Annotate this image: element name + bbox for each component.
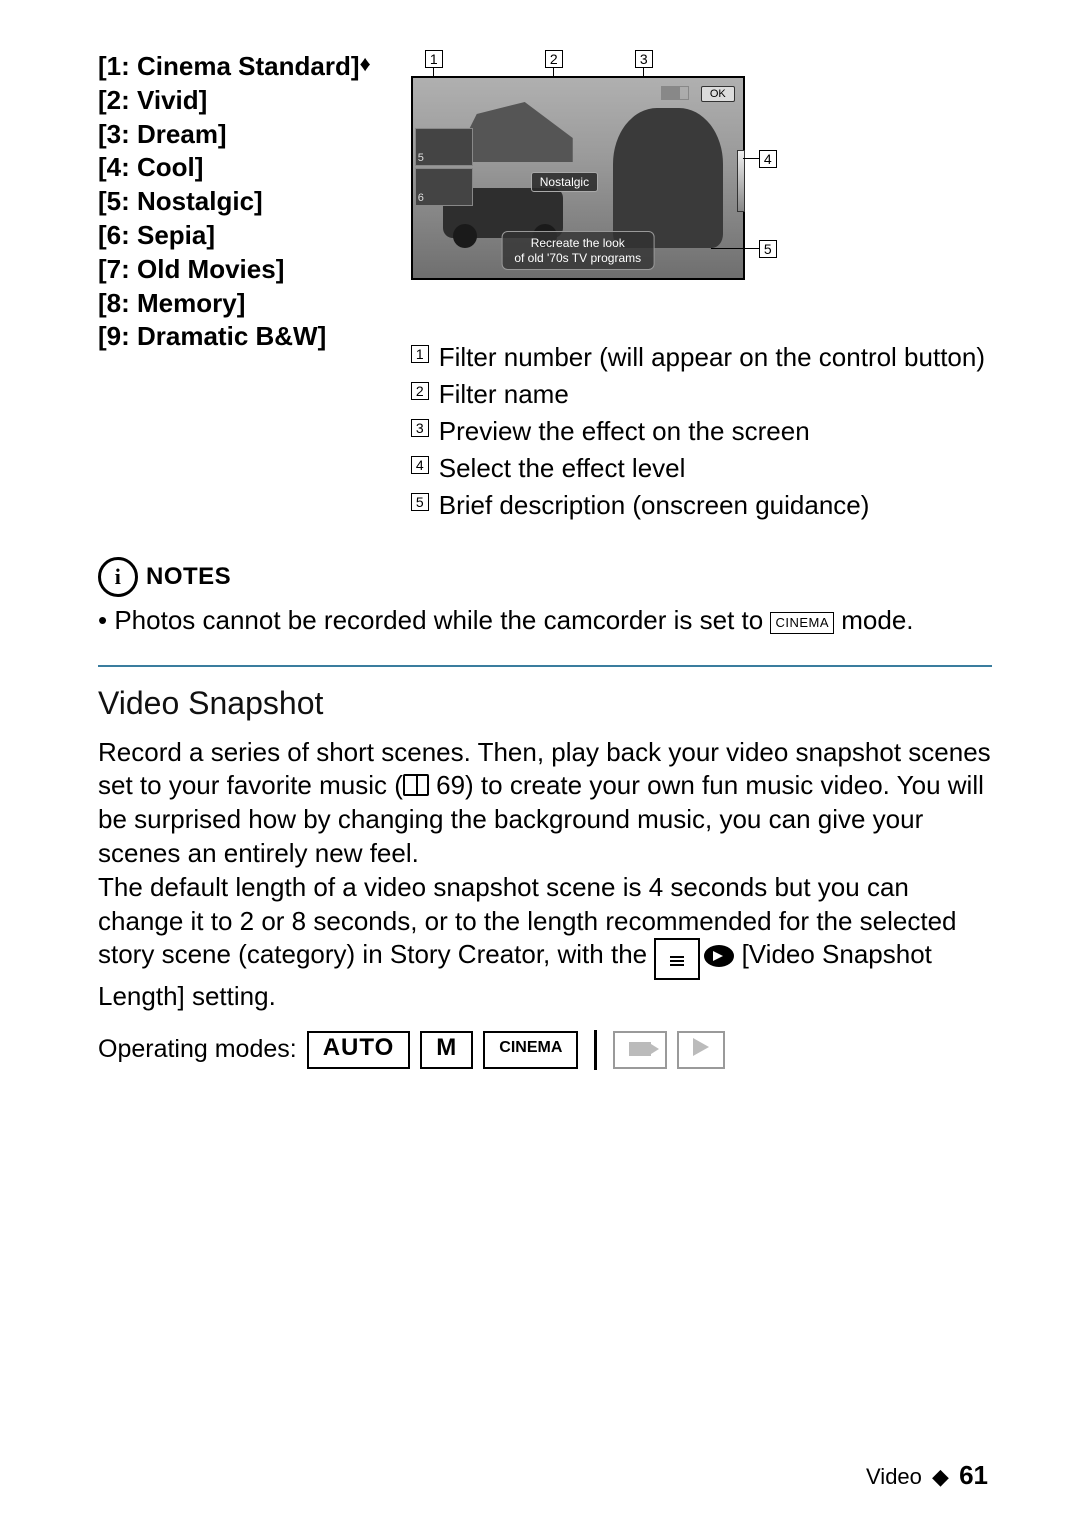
filter-option-6: [6: Sepia] [98,219,371,253]
proceed-arrow-icon [704,945,734,967]
mode-camera-playback [613,1031,667,1069]
operating-modes-label: Operating modes: [98,1035,297,1064]
filter-option-8: [8: Memory] [98,287,371,321]
default-marker-icon: ♦ [360,51,371,76]
page-reference-icon [403,774,429,796]
battery-icon [661,86,689,100]
cinema-look-filter-list: [1: Cinema Standard]♦ [2: Vivid] [3: Dre… [98,50,371,354]
filter-option-3: [3: Dream] [98,118,371,152]
cinema-mode-chip: CINEMA [770,612,834,634]
filter-option-4: [4: Cool] [98,151,371,185]
section-paragraph-1: Record a series of short scenes. Then, p… [98,736,992,871]
section-title: Video Snapshot [98,685,992,722]
page-footer: Video ◆ 61 [866,1460,988,1491]
filter-option-2: [2: Vivid] [98,84,371,118]
callout-legend: 1Filter number (will appear on the contr… [411,340,992,523]
filter-option-1: [1: Cinema Standard]♦ [98,50,371,84]
top-row: [1: Cinema Standard]♦ [2: Vivid] [3: Dre… [98,50,992,525]
filter-description: Recreate the look of old '70s TV program… [501,231,654,270]
mode-play [677,1031,725,1069]
filter-thumbnails[interactable]: 5 6 [415,128,473,208]
filter-name-label: Nostalgic [531,172,598,192]
legend-3: Preview the effect on the screen [439,414,810,449]
preview-column: 1 2 3 OK 5 6 Nostalgic [411,50,992,525]
callout-1: 1 [425,50,443,68]
operating-modes-row: Operating modes: AUTO M CINEMA [98,1030,992,1070]
mode-manual: M [420,1031,473,1069]
notes-section: i NOTES • Photos cannot be recorded whil… [98,557,992,638]
callout-5: 5 [759,240,777,258]
mode-cinema: CINEMA [483,1031,578,1069]
mode-divider [594,1030,597,1070]
effect-level-slider[interactable] [737,150,745,212]
callout-4: 4 [759,150,777,168]
notes-heading: NOTES [146,563,231,591]
footer-separator-icon: ◆ [932,1464,949,1489]
section-paragraph-2: The default length of a video snapshot s… [98,871,992,1014]
notes-bullet: • Photos cannot be recorded while the ca… [98,603,992,638]
filter-option-5: [5: Nostalgic] [98,185,371,219]
mode-auto: AUTO [307,1031,411,1069]
preview-person [613,108,723,248]
preview-screen: OK 5 6 Nostalgic Recreate the look of ol… [411,76,745,280]
ok-button[interactable]: OK [701,86,735,102]
filter-option-9: [9: Dramatic B&W] [98,320,371,354]
legend-5: Brief description (onscreen guidance) [439,488,870,523]
play-icon [693,1038,709,1056]
callout-3: 3 [635,50,653,68]
menu-icon [654,938,700,980]
manual-page: [1: Cinema Standard]♦ [2: Vivid] [3: Dre… [0,0,1080,1521]
section-divider [98,665,992,667]
info-icon: i [98,557,138,597]
legend-2: Filter name [439,377,569,412]
top-callouts: 1 2 3 [419,50,992,74]
footer-section: Video [866,1464,922,1489]
legend-1: Filter number (will appear on the contro… [439,340,985,375]
camera-icon [629,1042,651,1056]
page-number: 61 [959,1460,988,1490]
filter-option-7: [7: Old Movies] [98,253,371,287]
callout-2: 2 [545,50,563,68]
legend-4: Select the effect level [439,451,686,486]
